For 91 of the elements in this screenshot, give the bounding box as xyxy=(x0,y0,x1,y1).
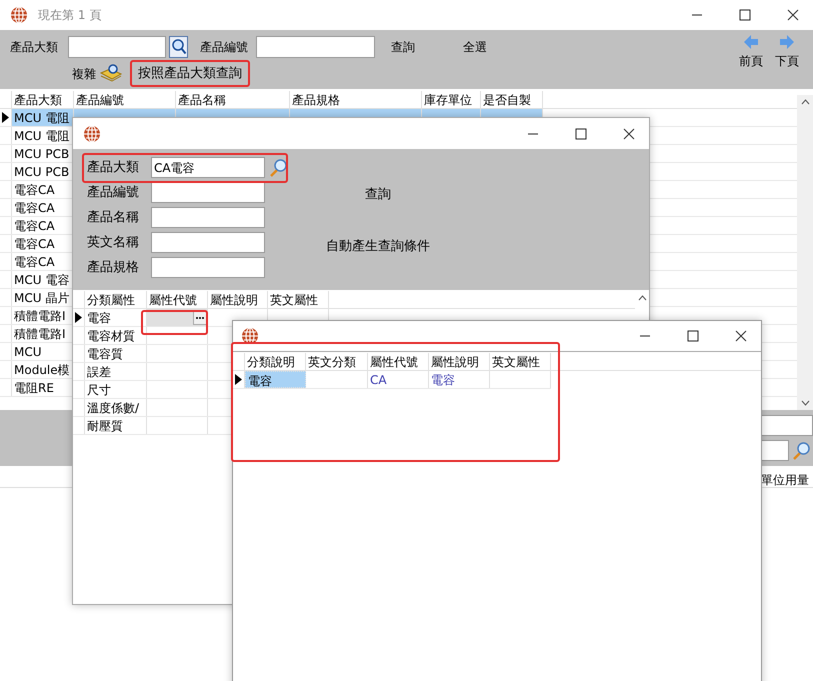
input-field[interactable] xyxy=(151,182,265,203)
globe-icon xyxy=(10,6,28,24)
table-cell: 電阻RE xyxy=(14,381,54,395)
input-field[interactable] xyxy=(151,232,265,253)
query-button[interactable]: 查詢 xyxy=(365,185,391,204)
column-header[interactable]: 分類屬性 xyxy=(87,293,135,307)
text-field[interactable] xyxy=(761,440,789,461)
field-label: 產品編號 xyxy=(87,184,140,202)
scrollbar[interactable] xyxy=(797,95,813,410)
column-header[interactable]: 屬性說明 xyxy=(210,293,258,307)
close-icon[interactable] xyxy=(787,9,799,21)
field-label: 產品規格 xyxy=(87,258,140,277)
table-cell: 積體電路I xyxy=(14,327,66,341)
auto-condition-button[interactable]: 自動產生查詢條件 xyxy=(326,236,430,256)
next-page-button[interactable]: 下頁 xyxy=(775,34,799,89)
table-cell: 溫度係數/ xyxy=(87,401,140,415)
column-header[interactable]: 英文屬性 xyxy=(492,355,540,369)
row-pointer-icon xyxy=(75,312,82,323)
table-cell: 電容質 xyxy=(87,347,123,361)
table-cell: 電容CA xyxy=(14,255,55,269)
column-header[interactable]: 英文分類 xyxy=(308,355,356,369)
column-header[interactable]: 單位用量 xyxy=(761,470,813,488)
table-cell: MCU 電阻 xyxy=(14,111,70,125)
table-cell: 耐壓質 xyxy=(87,419,123,433)
table-cell: MCU 電容 xyxy=(14,273,70,287)
column-header[interactable]: 屬性說明 xyxy=(431,355,479,369)
folder-search-icon[interactable] xyxy=(100,62,122,84)
search-icon[interactable] xyxy=(791,440,811,460)
column-header[interactable]: 屬性代號 xyxy=(149,293,197,307)
text-field[interactable] xyxy=(761,415,813,436)
right-arrow-icon xyxy=(779,34,795,50)
number-field[interactable] xyxy=(256,36,375,58)
column-header[interactable]: 是否自製 xyxy=(483,93,531,107)
input-field[interactable] xyxy=(151,207,265,228)
window-title: 現在第 1 頁 xyxy=(38,7,102,24)
table-cell: MCU 晶片 xyxy=(14,291,70,305)
table-cell: 電容CA xyxy=(14,237,55,251)
query-button[interactable]: 查詢 xyxy=(391,38,431,56)
field-label: 產品編號 xyxy=(200,38,249,56)
table-cell: 電容CA xyxy=(14,201,55,215)
globe-icon xyxy=(83,124,101,142)
column-header[interactable]: 庫存單位 xyxy=(424,93,472,107)
search-icon[interactable] xyxy=(169,36,188,58)
table-cell: 誤差 xyxy=(87,365,111,379)
column-header[interactable]: 產品規格 xyxy=(292,93,340,107)
highlight-box xyxy=(141,310,208,335)
column-header[interactable]: 產品編號 xyxy=(76,93,124,107)
left-arrow-icon xyxy=(743,34,759,50)
select-all-button[interactable]: 全選 xyxy=(463,38,487,56)
column-header[interactable]: 產品大類 xyxy=(14,93,62,107)
field-label: 英文名稱 xyxy=(87,234,140,252)
column-header[interactable]: 屬性代號 xyxy=(370,355,418,369)
search-icon[interactable] xyxy=(268,158,288,178)
table-cell: CA xyxy=(370,373,387,387)
field-label: 產品大類 xyxy=(10,38,59,56)
column-header[interactable]: 英文屬性 xyxy=(270,293,318,307)
maximize-icon[interactable] xyxy=(687,330,699,342)
table-cell: 電容材質 xyxy=(87,329,135,343)
column-header[interactable]: 分類說明 xyxy=(247,355,295,369)
table-cell: MCU PCB xyxy=(14,147,70,161)
table-cell: 積體電路I xyxy=(14,309,66,323)
category-query-button[interactable]: 按照產品大類查詢 xyxy=(130,60,250,87)
table-cell: 電容 xyxy=(248,374,272,387)
table-cell: Module模 xyxy=(14,363,70,377)
complex-label: 複雜 xyxy=(72,66,96,82)
ellipsis-icon[interactable] xyxy=(193,310,207,324)
field-label: 產品大類 xyxy=(87,158,140,177)
table-cell: MCU PCB xyxy=(14,165,70,179)
table-cell: 電容CA xyxy=(14,219,55,233)
maximize-icon[interactable] xyxy=(575,128,587,140)
scroll-up-icon[interactable] xyxy=(800,99,810,105)
scroll-up-icon[interactable] xyxy=(638,295,646,301)
column-header[interactable]: 產品名稱 xyxy=(178,93,226,107)
category-field[interactable] xyxy=(68,36,166,58)
table-cell: MCU xyxy=(14,345,42,359)
globe-icon xyxy=(241,327,259,345)
previous-page-button[interactable]: 前頁 xyxy=(739,34,763,89)
close-icon[interactable] xyxy=(735,330,747,342)
maximize-icon[interactable] xyxy=(739,9,751,21)
field-label: 產品名稱 xyxy=(87,208,140,227)
close-icon[interactable] xyxy=(623,128,635,140)
table-cell: 尺寸 xyxy=(87,383,111,397)
scroll-down-icon[interactable] xyxy=(800,400,810,406)
input-field[interactable] xyxy=(151,257,265,278)
table-cell: 電容 xyxy=(87,311,111,325)
table-cell: 電容 xyxy=(431,373,455,387)
row-pointer-icon xyxy=(235,374,242,385)
table-cell: 電容CA xyxy=(14,183,55,197)
input-field[interactable]: CA電容 xyxy=(151,157,265,178)
table-cell: MCU 電阻 xyxy=(14,129,70,143)
row-pointer-icon xyxy=(2,112,9,123)
